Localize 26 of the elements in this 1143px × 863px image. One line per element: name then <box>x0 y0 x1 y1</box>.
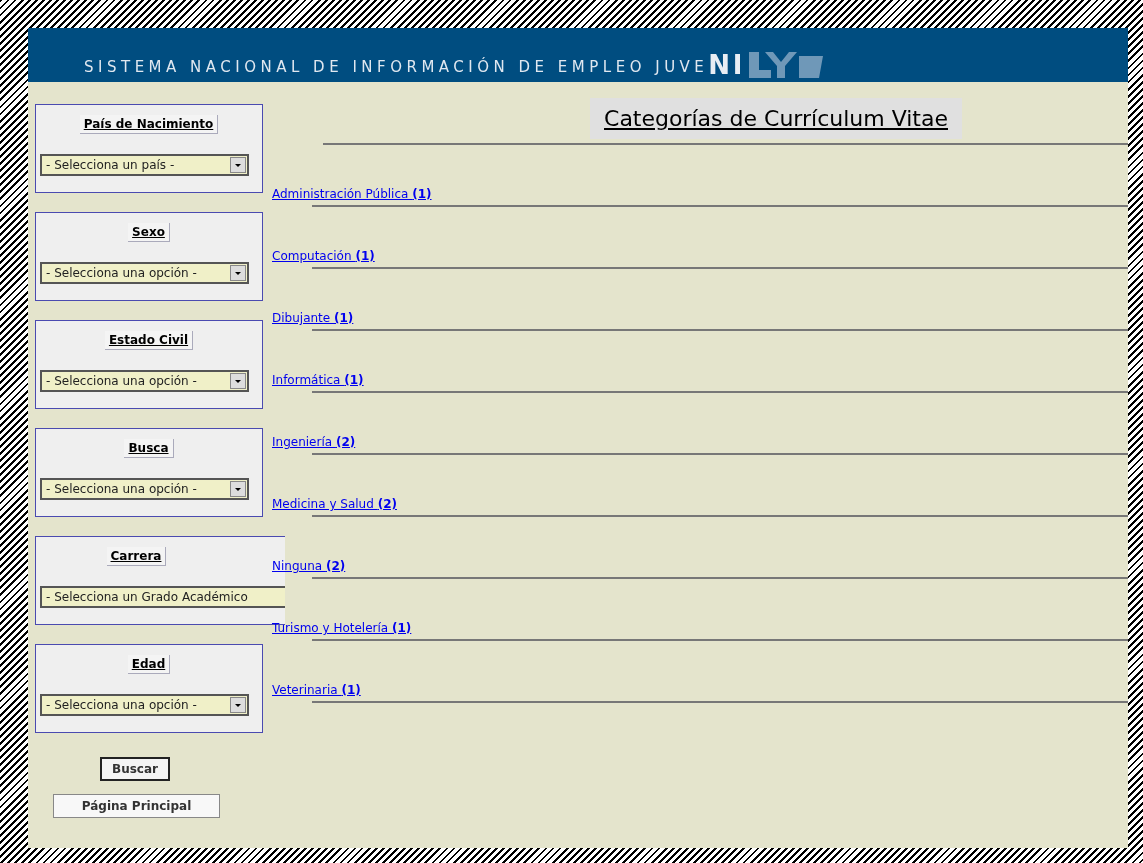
filter-label: País de Nacimiento <box>79 115 219 134</box>
filter-label: Carrera <box>106 547 167 566</box>
category-link[interactable]: Veterinaria (1) <box>272 681 361 699</box>
search-button[interactable]: Buscar <box>100 757 170 781</box>
filter-label: Edad <box>127 655 171 674</box>
logo-text: NI <box>708 52 745 78</box>
category-link[interactable]: Medicina y Salud (2) <box>272 495 397 513</box>
category-link[interactable]: Informática (1) <box>272 371 364 389</box>
banner-title: SISTEMA NACIONAL DE INFORMACIÓN DE EMPLEO JUVE <box>84 56 709 78</box>
dropdown-field[interactable]: - Selecciona un Grado Académico <box>40 586 285 608</box>
category-link[interactable]: Turismo y Hotelería (1) <box>272 619 412 637</box>
dropdown-field[interactable]: - Selecciona una opción - <box>40 478 249 500</box>
dropdown-field[interactable]: - Selecciona una opción - <box>40 262 249 284</box>
dropdown-field[interactable]: - Selecciona un país - <box>40 154 249 176</box>
category-link[interactable]: Administración Pública (1) <box>272 185 432 203</box>
category-link[interactable]: Dibujante (1) <box>272 309 354 327</box>
category-link[interactable]: Computación (1) <box>272 247 375 265</box>
page-heading: Categorías de Currículum Vitae <box>590 98 962 139</box>
dropdown-field[interactable]: - Selecciona una opción - <box>40 694 249 716</box>
filter-label: Busca <box>124 439 174 458</box>
category-link[interactable]: Ingeniería (2) <box>272 433 356 451</box>
filter-label: Sexo <box>128 223 170 242</box>
category-link[interactable]: Ninguna (2) <box>272 557 346 575</box>
dropdown-field[interactable]: - Selecciona una opción - <box>40 370 249 392</box>
filter-label: Estado Civil <box>104 331 194 350</box>
home-button[interactable]: Página Principal <box>53 794 220 818</box>
